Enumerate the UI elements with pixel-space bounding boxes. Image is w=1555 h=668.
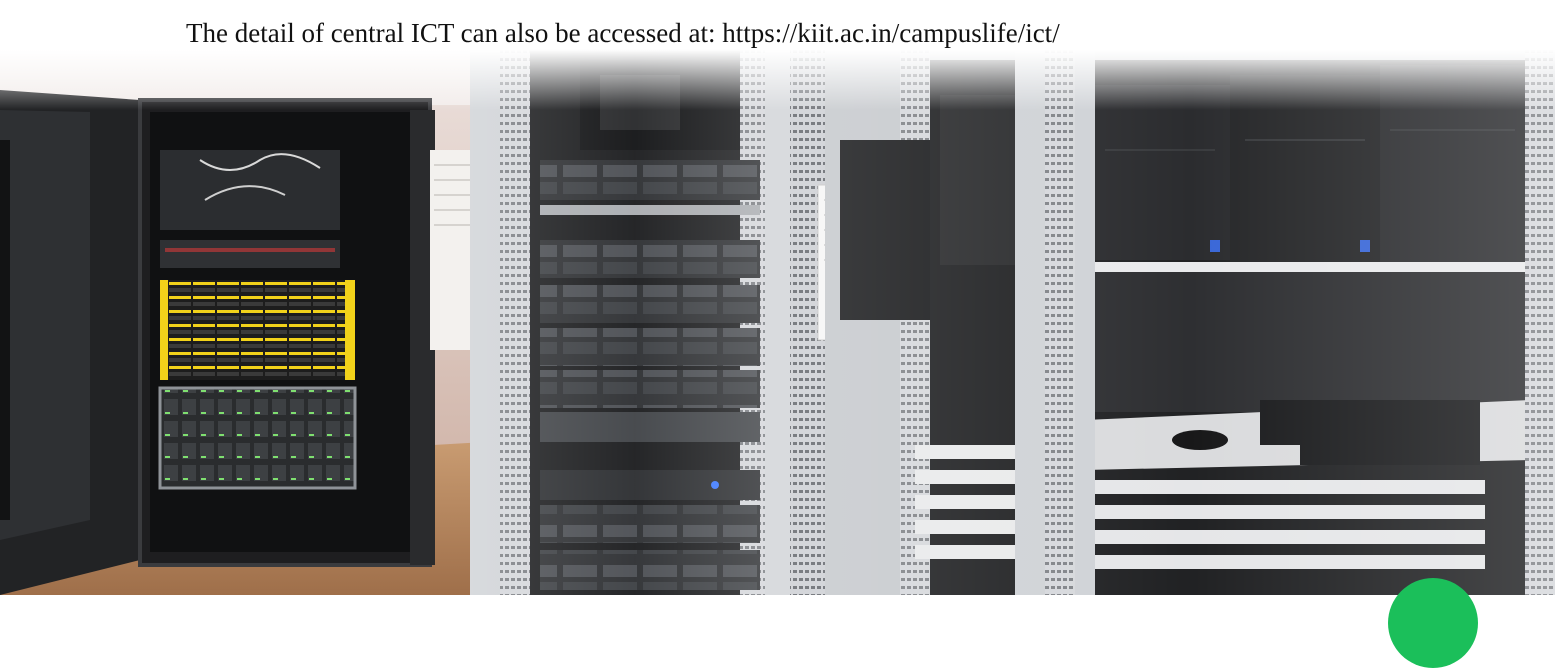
top-fade bbox=[0, 0, 1555, 110]
chat-badge[interactable] bbox=[1388, 578, 1478, 668]
ict-caption: The detail of central ICT can also be ac… bbox=[186, 18, 1060, 48]
